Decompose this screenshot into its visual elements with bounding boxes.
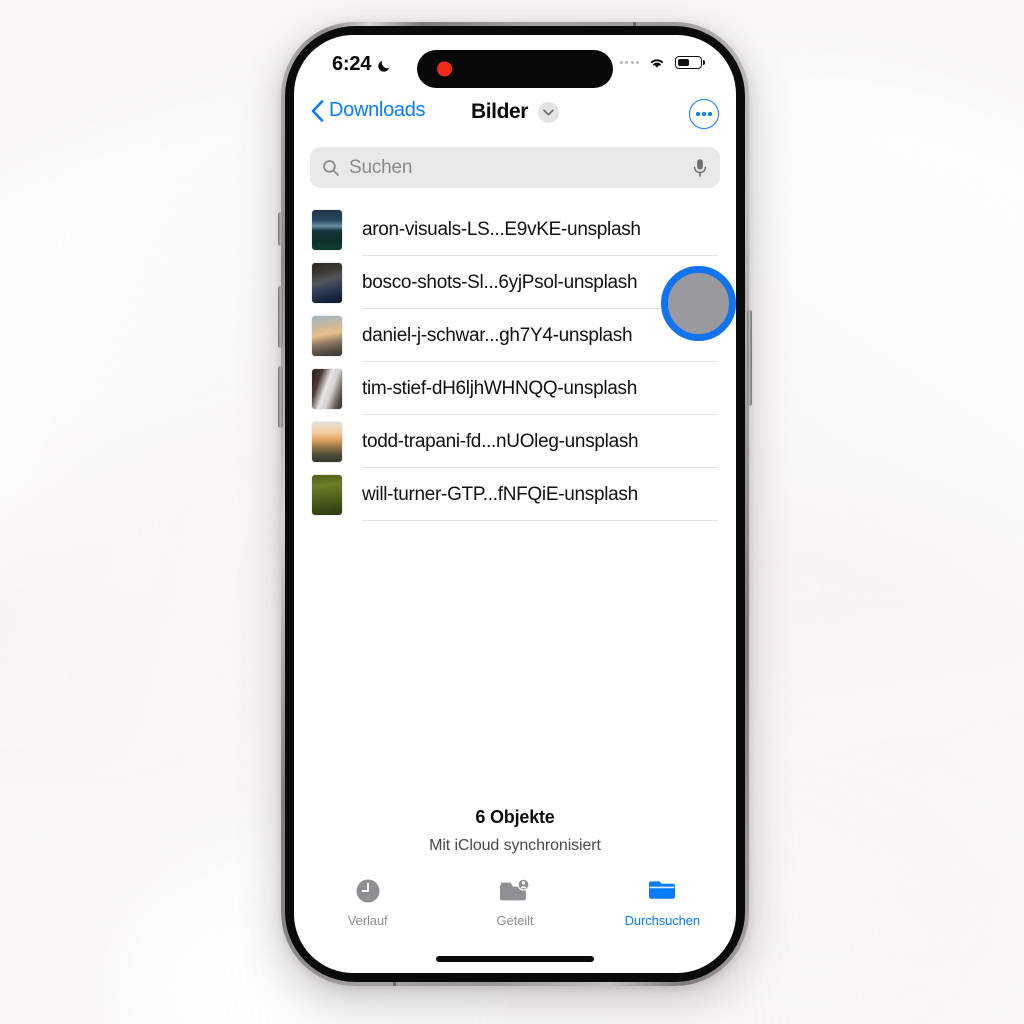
tab-label-geteilt: Geteilt xyxy=(496,913,534,928)
file-list: aron-visuals-LS...E9vKE-unsplash bosco-sh… xyxy=(294,203,736,521)
status-bar-time: 6:24 xyxy=(332,53,372,75)
navigation-bar: Downloads Bilder xyxy=(294,93,736,143)
tab-bar: Verlauf Geteilt Durchsuchen xyxy=(294,871,736,939)
device-screen: 6:24 Downloads Bilder Suchen aron-visual… xyxy=(294,35,736,973)
power-button[interactable] xyxy=(747,310,752,406)
file-name-label: todd-trapani-fd...nUOleg-unsplash xyxy=(362,430,639,452)
file-row[interactable]: will-turner-GTP...fNFQiE-unsplash xyxy=(294,468,736,521)
item-count-label: 6 Objekte xyxy=(475,807,555,827)
iphone-device-mockup: 6:24 Downloads Bilder Suchen aron-visual… xyxy=(278,22,752,986)
list-footer: 6 Objekte Mit iCloud synchronisiert xyxy=(294,807,736,855)
tab-durchsuchen[interactable]: Durchsuchen xyxy=(589,871,736,939)
chevron-down-icon[interactable] xyxy=(538,101,560,123)
battery-icon xyxy=(675,56,705,69)
status-bar-indicators xyxy=(619,55,705,70)
volume-up-button[interactable] xyxy=(278,286,283,348)
silent-switch-button[interactable] xyxy=(278,212,283,246)
row-separator xyxy=(362,520,718,521)
search-placeholder: Suchen xyxy=(349,156,413,178)
file-thumbnail-curved-wall-light xyxy=(312,368,342,409)
file-thumbnail-green-lightning xyxy=(312,474,342,515)
crescent-moon-icon xyxy=(378,60,390,72)
tab-verlauf[interactable]: Verlauf xyxy=(294,871,441,939)
search-icon xyxy=(323,159,339,176)
tab-geteilt[interactable]: Geteilt xyxy=(441,871,588,939)
file-row[interactable]: aron-visuals-LS...E9vKE-unsplash xyxy=(294,203,736,256)
file-thumbnail-orange-sunset-field xyxy=(312,421,342,462)
file-row[interactable]: bosco-shots-Sl...6yjPsol-unsplash xyxy=(294,256,736,309)
file-row[interactable]: tim-stief-dH6ljhWHNQQ-unsplash xyxy=(294,362,736,415)
search-input[interactable]: Suchen xyxy=(310,147,720,188)
shared-folder-icon xyxy=(499,878,530,901)
status-bar: 6:24 xyxy=(294,35,736,93)
screenshot-scene: 6:24 Downloads Bilder Suchen aron-visual… xyxy=(0,0,1024,1024)
file-thumbnail-dark-forest-blue xyxy=(312,262,342,303)
dynamic-island xyxy=(417,50,613,88)
file-name-label: daniel-j-schwar...gh7Y4-unsplash xyxy=(362,324,633,346)
file-thumbnail-mountain-night-lake xyxy=(312,209,342,250)
status-bar-time-group: 6:24 xyxy=(332,53,393,76)
microphone-icon[interactable] xyxy=(692,158,708,178)
file-name-label: bosco-shots-Sl...6yjPsol-unsplash xyxy=(362,271,638,293)
file-thumbnail-sunset-trees xyxy=(312,315,342,356)
sync-status-label: Mit iCloud synchronisiert xyxy=(429,837,601,854)
wifi-icon xyxy=(650,59,664,68)
file-name-label: tim-stief-dH6ljhWHNQQ-unsplash xyxy=(362,377,638,399)
folder-icon xyxy=(649,881,676,899)
tab-label-verlauf: Verlauf xyxy=(347,913,388,928)
file-name-label: aron-visuals-LS...E9vKE-unsplash xyxy=(362,218,641,240)
home-indicator[interactable] xyxy=(436,956,594,962)
chevron-left-icon xyxy=(311,99,324,122)
page-title: Bilder xyxy=(470,100,529,123)
back-button[interactable]: Downloads xyxy=(311,99,426,122)
file-row[interactable]: todd-trapani-fd...nUOleg-unsplash xyxy=(294,415,736,468)
volume-down-button[interactable] xyxy=(278,366,283,428)
chevron-down-glyph xyxy=(543,108,554,115)
back-button-label: Downloads xyxy=(329,99,426,121)
tab-label-durchsuchen: Durchsuchen xyxy=(624,913,701,928)
file-row[interactable]: daniel-j-schwar...gh7Y4-unsplash xyxy=(294,309,736,362)
nav-title-group: Bilder xyxy=(470,100,560,124)
more-options-button[interactable] xyxy=(689,99,719,129)
cellular-dots-icon xyxy=(619,60,639,64)
record-dot-icon xyxy=(437,61,452,77)
clock-icon xyxy=(356,879,380,903)
file-name-label: will-turner-GTP...fNFQiE-unsplash xyxy=(362,483,638,505)
